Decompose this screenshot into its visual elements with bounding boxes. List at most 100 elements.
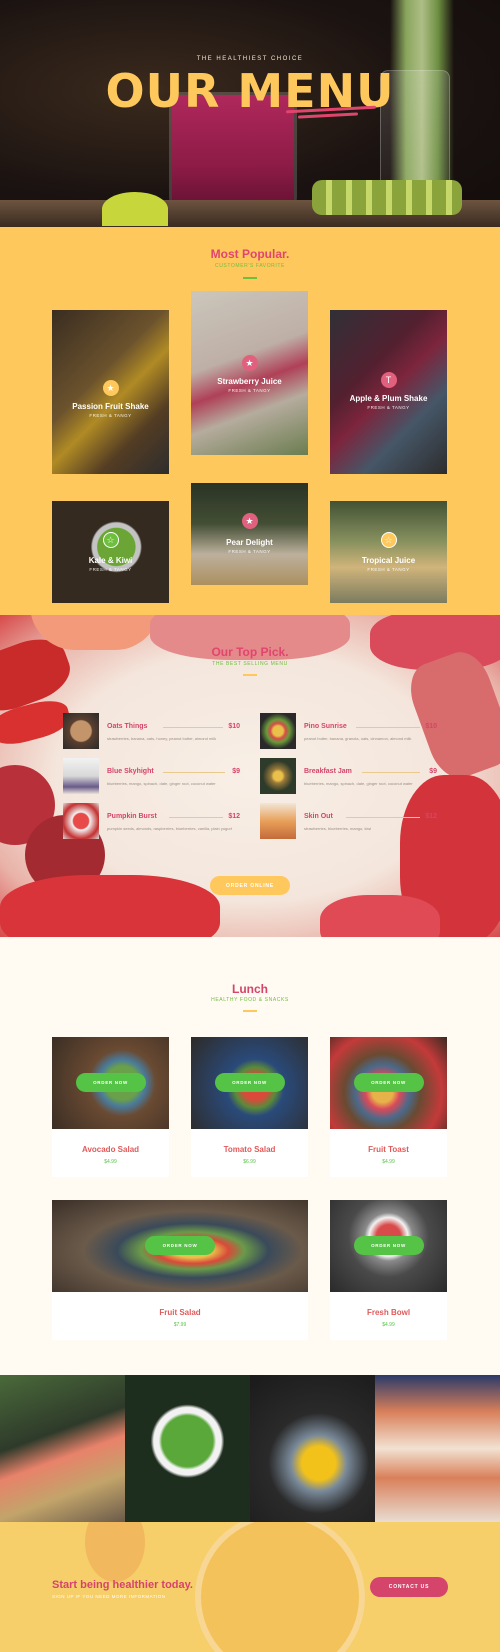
hero-section: THE HEALTHIEST CHOICE OUR MENU [0, 0, 500, 227]
popular-card-passion-fruit[interactable]: ★ Passion Fruit Shake FRESH & TANGY [52, 310, 169, 474]
lunch-card-fruit-toast[interactable]: ORDER NOW Fruit Toast $4.99 [330, 1037, 447, 1177]
lunch-subtitle: HEALTHY FOOD & SNACKS [211, 997, 289, 1003]
gallery-strip [0, 1375, 500, 1522]
card-tag: FRESH & TANGY [228, 388, 271, 393]
menu-item-desc: strawberries, blueberries, mango, kiwi [304, 826, 372, 831]
menu-item-name: Pumpkin Burst [107, 813, 157, 820]
popular-card-apple-plum[interactable]: T Apple & Plum Shake FRESH & TANGY [330, 310, 447, 474]
menu-item-name: Pino Sunrise [304, 723, 347, 730]
menu-thumb [63, 713, 99, 749]
dish-name: Tomato Salad [223, 1145, 276, 1154]
toppick-subtitle: THE BEST SELLING MENU [212, 661, 288, 667]
menu-item-price: $9 [429, 768, 437, 775]
menu-thumb [260, 803, 296, 839]
star-icon: ☆ [380, 532, 397, 548]
lunch-card-fresh-bowl[interactable]: ORDER NOW Fresh Bowl $4.99 [330, 1200, 447, 1340]
gallery-image-orange-splash [250, 1375, 375, 1522]
lunch-section: Lunch HEALTHY FOOD & SNACKS ORDER NOW Av… [0, 937, 500, 1375]
menu-item-breakfast-jam[interactable]: Breakfast Jam $9 blueberries, mango, spi… [260, 758, 437, 798]
gallery-image-shakes [375, 1375, 500, 1522]
card-name: Strawberry Juice [217, 377, 282, 386]
menu-thumb [260, 758, 296, 794]
order-now-button[interactable]: ORDER NOW [214, 1073, 285, 1092]
menu-item-desc: strawberries, banana, oats, honey, peanu… [107, 736, 217, 741]
menu-item-desc: peanut butter, banana, granola, oats, ci… [304, 736, 412, 741]
drink-icon: T [380, 372, 397, 388]
juice-glass-image [195, 1522, 365, 1652]
radishes-image [320, 895, 440, 937]
dish-name: Fresh Bowl [366, 1308, 411, 1317]
menu-item-name: Skin Out [304, 813, 333, 820]
hero-kiwi-image [312, 180, 462, 215]
lunch-divider [243, 1010, 257, 1012]
lunch-card-avocado-salad[interactable]: ORDER NOW Avocado Salad $4.99 [52, 1037, 169, 1177]
menu-item-price: $12 [228, 813, 240, 820]
menu-item-desc: pumpkin seeds, almonds, raspberries, blu… [107, 826, 232, 831]
hero-lime-image [102, 192, 168, 226]
gallery-image-green-bowl [125, 1375, 250, 1522]
menu-thumb [260, 713, 296, 749]
menu-item-price: $10 [228, 723, 240, 730]
lunch-card-tomato-salad[interactable]: ORDER NOW Tomato Salad $6.99 [191, 1037, 308, 1177]
menu-item-price: $9 [232, 768, 240, 775]
card-name: Pear Delight [226, 538, 273, 547]
cta-section: Start being healthier today. SIGN UP IF … [0, 1522, 500, 1652]
dish-price: $7.99 [173, 1322, 187, 1328]
popular-title: Most Popular. [210, 247, 290, 261]
tomatoes-image [0, 875, 220, 937]
popular-subtitle: CUSTOMER'S FAVORITE [215, 263, 285, 269]
popular-card-kale-kiwi[interactable]: ☆ Kale & Kiwi FRESH & TANGY [52, 501, 169, 603]
dish-name: Avocado Salad [81, 1145, 140, 1154]
popular-divider [243, 277, 257, 279]
menu-item-price: $10 [425, 723, 437, 730]
most-popular-section: Most Popular. CUSTOMER'S FAVORITE ★ Pass… [0, 227, 500, 615]
menu-item-blue-skyhight[interactable]: Blue Skyhight $9 blueberries, mango, spi… [63, 758, 240, 798]
menu-thumb [63, 758, 99, 794]
order-now-button[interactable]: ORDER NOW [353, 1236, 424, 1255]
cta-heading: Start being healthier today. [52, 1579, 193, 1591]
toppick-divider [243, 674, 257, 676]
menu-item-price: $12 [425, 813, 437, 820]
popular-card-pear-delight[interactable]: ★ Pear Delight FRESH & TANGY [191, 483, 308, 585]
menu-item-pino-sunrise[interactable]: Pino Sunrise $10 peanut butter, banana, … [260, 713, 437, 753]
order-now-button[interactable]: ORDER NOW [145, 1236, 215, 1255]
menu-item-oats-things[interactable]: Oats Things $10 strawberries, banana, oa… [63, 713, 240, 753]
star-icon: ★ [241, 513, 258, 529]
lunch-card-fruit-salad[interactable]: ORDER NOW Fruit Salad $7.99 [52, 1200, 308, 1340]
star-icon: ★ [241, 355, 258, 371]
menu-item-desc: blueberries, mango, spinach, date, ginge… [304, 781, 413, 786]
card-tag: FRESH & TANGY [89, 567, 132, 572]
popular-card-strawberry-juice[interactable]: ★ Strawberry Juice FRESH & TANGY [191, 291, 308, 455]
menu-item-skin-out[interactable]: Skin Out $12 strawberries, blueberries, … [260, 803, 437, 843]
menu-thumb [63, 803, 99, 839]
card-name: Tropical Juice [361, 556, 416, 565]
card-name: Kale & Kiwi [88, 556, 133, 565]
contact-us-button[interactable]: CONTACT US [370, 1577, 448, 1597]
star-icon: ☆ [102, 532, 119, 548]
order-now-button[interactable]: ORDER NOW [75, 1073, 146, 1092]
cta-subtext: SIGN UP IF YOU NEED MORE INFORMATION [52, 1594, 166, 1599]
dish-price: $4.99 [382, 1322, 395, 1328]
card-tag: FRESH & TANGY [89, 413, 132, 418]
dish-price: $4.99 [382, 1159, 395, 1165]
gallery-image-smoothie [0, 1375, 125, 1522]
order-online-button[interactable]: ORDER ONLINE [210, 876, 290, 895]
menu-item-name: Oats Things [107, 723, 148, 730]
card-name: Apple & Plum Shake [349, 394, 428, 403]
dish-price: $6.99 [243, 1159, 256, 1165]
menu-item-pumpkin-burst[interactable]: Pumpkin Burst $12 pumpkin seeds, almonds… [63, 803, 240, 843]
menu-item-name: Blue Skyhight [107, 768, 154, 775]
card-name: Passion Fruit Shake [72, 402, 149, 411]
card-tag: FRESH & TANGY [367, 567, 410, 572]
card-tag: FRESH & TANGY [228, 549, 271, 554]
menu-item-desc: blueberries, mango, spinach, date, ginge… [107, 781, 216, 786]
popular-card-tropical-juice[interactable]: ☆ Tropical Juice FRESH & TANGY [330, 501, 447, 603]
dish-price: $4.99 [104, 1159, 117, 1165]
dish-name: Fruit Salad [159, 1308, 201, 1317]
card-tag: FRESH & TANGY [367, 405, 410, 410]
lunch-title: Lunch [232, 982, 268, 996]
hero-title: OUR MENU [105, 64, 395, 118]
order-now-button[interactable]: ORDER NOW [353, 1073, 424, 1092]
star-icon: ★ [102, 380, 119, 396]
dish-name: Fruit Toast [368, 1145, 409, 1154]
